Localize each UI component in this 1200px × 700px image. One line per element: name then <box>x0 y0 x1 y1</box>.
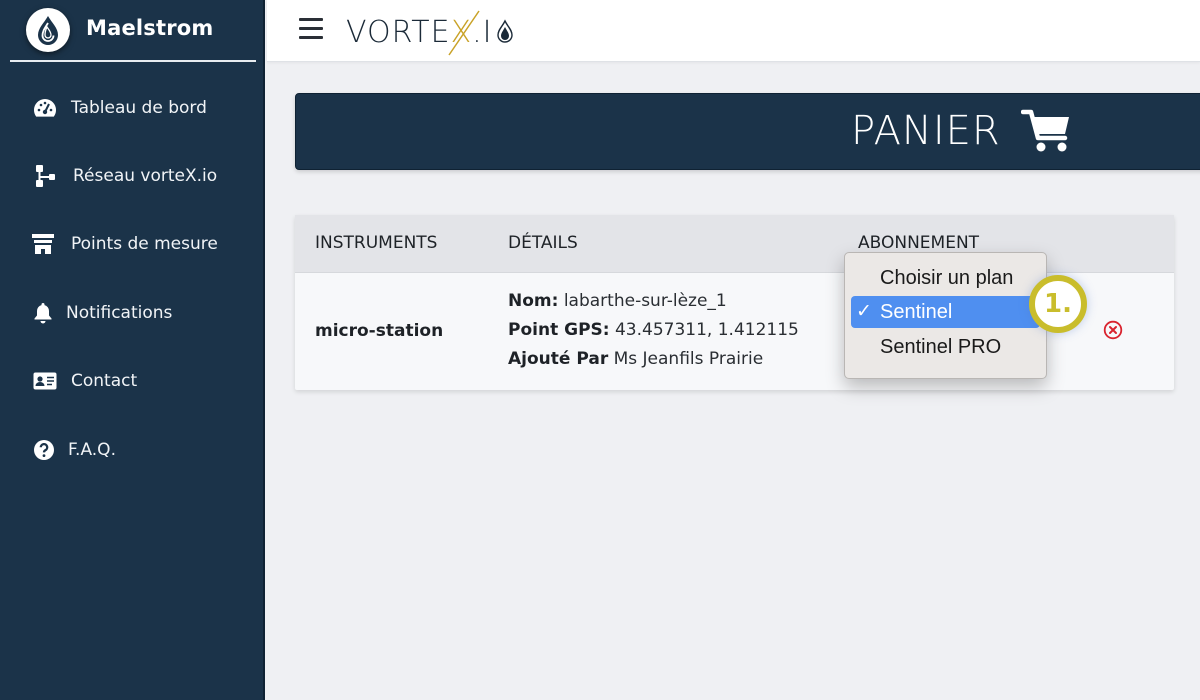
drop-logo-icon <box>26 8 70 52</box>
network-icon <box>34 164 58 188</box>
brand[interactable]: Maelstrom <box>10 0 256 62</box>
detail-added-by-label: Ajouté Par <box>508 349 609 369</box>
detail-name: Nom: labarthe-sur-lèze_1 <box>508 291 727 311</box>
detail-name-value: labarthe-sur-lèze_1 <box>563 291 727 311</box>
detail-gps-value: 43.457311, 1.412115 <box>614 320 799 340</box>
question-icon <box>32 438 56 462</box>
column-header-subscription: ABONNEMENT <box>858 233 980 253</box>
sidebar-item-notifications[interactable]: Notifications <box>0 293 263 333</box>
option-label: Choisir un plan <box>880 266 1014 289</box>
shopping-cart-icon <box>1020 108 1073 154</box>
sidebar-item-network[interactable]: Réseau vorteX.io <box>0 156 263 196</box>
plan-option-choose[interactable]: Choisir un plan <box>851 262 1040 294</box>
option-label: Sentinel <box>880 300 953 323</box>
detail-gps: Point GPS: 43.457311, 1.412115 <box>508 320 799 340</box>
remove-item-button[interactable] <box>1103 320 1123 340</box>
sidebar-item-contact[interactable]: Contact <box>0 361 263 401</box>
measure-point-icon <box>31 232 55 256</box>
gauge-icon <box>33 96 57 120</box>
cart-header: PANIER <box>295 93 1200 170</box>
plan-option-sentinel[interactable]: ✓ Sentinel <box>851 296 1040 328</box>
sidebar-item-label: Contact <box>71 371 138 391</box>
vortex-logo[interactable]: VORTE X .I <box>346 10 515 55</box>
instrument-name: micro-station <box>315 321 444 341</box>
option-label: Sentinel PRO <box>880 335 1002 358</box>
logo-drop-icon <box>496 19 513 43</box>
bell-icon <box>31 301 55 325</box>
subscription-plan-dropdown[interactable]: Choisir un plan ✓ Sentinel Sentinel PRO <box>844 252 1047 379</box>
logo-slash-decoration <box>447 10 480 55</box>
sidebar-item-label: Réseau vorteX.io <box>73 166 218 186</box>
sidebar: Maelstrom Tableau de bord Réseau vorteX.… <box>0 0 265 700</box>
sidebar-item-faq[interactable]: F.A.Q. <box>0 430 263 470</box>
sidebar-item-label: F.A.Q. <box>68 440 116 460</box>
sidebar-item-label: Notifications <box>66 303 173 323</box>
detail-gps-label: Point GPS: <box>508 320 610 340</box>
sidebar-item-label: Points de mesure <box>71 234 218 254</box>
sidebar-item-measure-points[interactable]: Points de mesure <box>0 224 263 264</box>
brand-name: Maelstrom <box>86 16 214 40</box>
top-bar: VORTE X .I <box>267 0 1200 62</box>
hamburger-menu-icon[interactable] <box>299 18 323 40</box>
detail-added-by: Ajouté Par Ms Jeanfils Prairie <box>508 349 763 369</box>
column-header-details: DÉTAILS <box>508 233 578 253</box>
sidebar-item-label: Tableau de bord <box>71 98 207 118</box>
checkmark-icon: ✓ <box>856 301 872 322</box>
logo-text-x: X <box>447 10 480 55</box>
column-header-instruments: INSTRUMENTS <box>315 233 438 253</box>
page-title: PANIER <box>851 108 1001 154</box>
remove-circle-x-icon <box>1103 320 1123 340</box>
sidebar-item-dashboard[interactable]: Tableau de bord <box>0 88 263 128</box>
step-marker-badge: 1. <box>1029 275 1087 333</box>
logo-text-pre: VORTE <box>346 14 451 50</box>
step-marker-label: 1. <box>1044 289 1072 319</box>
contact-card-icon <box>33 369 57 393</box>
detail-name-label: Nom: <box>508 291 559 311</box>
plan-option-sentinel-pro[interactable]: Sentinel PRO <box>851 331 1040 363</box>
detail-added-by-value: Ms Jeanfils Prairie <box>613 349 764 369</box>
